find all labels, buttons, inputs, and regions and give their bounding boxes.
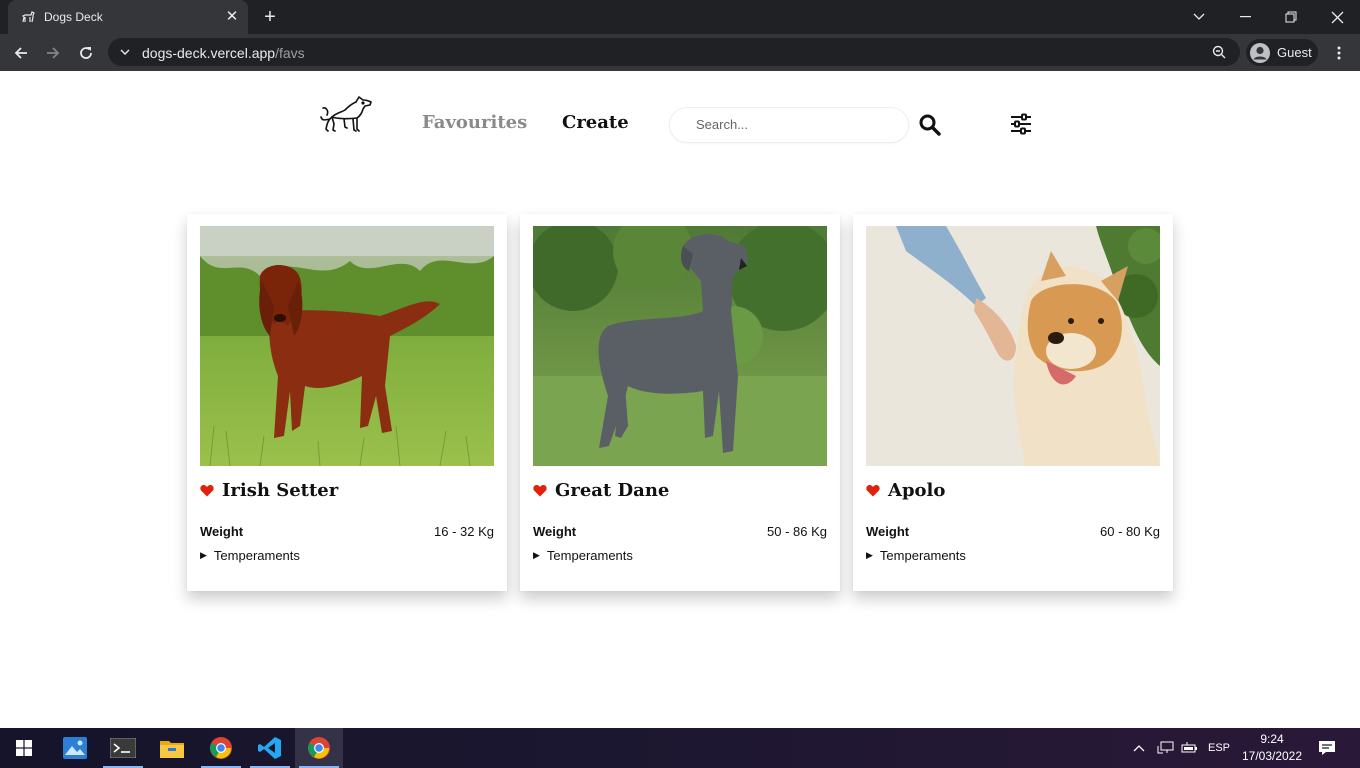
weight-label: Weight — [200, 524, 244, 539]
menu-button[interactable] — [1326, 40, 1352, 66]
heart-icon[interactable] — [533, 484, 547, 497]
start-button[interactable] — [0, 728, 48, 768]
dog-name[interactable]: Irish Setter — [222, 480, 338, 501]
chat-bubble-icon — [1319, 741, 1335, 755]
profile-button[interactable]: Guest — [1246, 39, 1318, 66]
battery-button[interactable] — [1181, 728, 1198, 768]
search-icon[interactable] — [918, 113, 942, 137]
irish-setter-photo — [200, 226, 494, 466]
taskbar-chrome-active[interactable] — [295, 728, 343, 768]
clock-time: 9:24 — [1260, 732, 1284, 746]
vscode-icon — [258, 737, 281, 759]
weight-label: Weight — [533, 524, 577, 539]
minimize-icon — [1239, 16, 1251, 18]
tab-title: Dogs Deck — [44, 10, 103, 24]
temperaments-label: Temperaments — [879, 548, 966, 563]
tab-close-icon[interactable]: ✕ — [224, 9, 240, 25]
taskbar-file-explorer[interactable] — [148, 728, 196, 768]
address-bar[interactable]: dogs-deck.vercel.app/favs — [108, 38, 1240, 66]
dog-name[interactable]: Great Dane — [555, 480, 669, 501]
caret-right-icon: ▶ — [533, 550, 540, 560]
back-button[interactable] — [8, 40, 34, 66]
browser-tab[interactable]: Dogs Deck ✕ — [8, 0, 248, 34]
arrow-left-icon — [14, 47, 27, 59]
dog-card[interactable]: Great Dane Weight 50 - 86 Kg ▶ Temperame… — [520, 214, 840, 591]
tray-overflow-button[interactable] — [1133, 728, 1145, 768]
terminal-app-icon — [110, 738, 136, 758]
search-field[interactable] — [669, 107, 909, 143]
nav-create-link[interactable]: Create — [562, 112, 629, 133]
dog-favicon-icon — [21, 11, 35, 23]
avatar-icon — [1250, 42, 1270, 63]
caret-right-icon: ▶ — [866, 550, 873, 560]
new-tab-button[interactable]: + — [258, 6, 282, 30]
folder-icon — [160, 741, 184, 758]
dog-card[interactable]: Irish Setter Weight 16 - 32 Kg ▶ Tempera… — [187, 214, 507, 591]
photos-app-icon — [63, 737, 87, 759]
forward-button[interactable] — [40, 40, 66, 66]
nav-favourites-link[interactable]: Favourites — [422, 112, 527, 133]
temperaments-label: Temperaments — [213, 548, 300, 563]
language-label: ESP — [1208, 742, 1231, 754]
tab-search-button[interactable] — [1176, 0, 1222, 34]
weight-value: 60 - 80 Kg — [1100, 524, 1160, 539]
network-button[interactable] — [1157, 728, 1174, 768]
url-text: dogs-deck.vercel.app/favs — [142, 45, 305, 61]
search-input[interactable] — [696, 117, 896, 132]
taskbar: ESP 9:24 17/03/2022 — [0, 728, 1360, 768]
kebab-menu-icon — [1337, 46, 1341, 60]
restore-button[interactable] — [1268, 0, 1314, 34]
reload-icon — [80, 47, 92, 59]
url-host: dogs-deck.vercel.app — [142, 45, 276, 61]
close-window-button[interactable] — [1314, 0, 1360, 34]
zoom-icon[interactable] — [1212, 45, 1226, 59]
chevron-down-icon — [1193, 13, 1205, 20]
notifications-button[interactable] — [1318, 728, 1336, 768]
chevron-up-icon — [1133, 745, 1145, 752]
clock[interactable]: 9:24 17/03/2022 — [1238, 731, 1306, 765]
arrow-right-icon — [47, 47, 60, 59]
windows-logo-icon — [16, 740, 32, 756]
dog-card[interactable]: Apolo Weight 60 - 80 Kg ▶ Temperaments — [853, 214, 1173, 591]
browser-tabstrip: Dogs Deck ✕ + — [0, 0, 1360, 34]
dog-logo-icon[interactable] — [318, 93, 374, 139]
chevron-down-icon — [120, 49, 130, 55]
taskbar-terminal[interactable] — [99, 728, 147, 768]
page-content: Favourites Create Search... Irish Setter… — [0, 71, 1360, 728]
reload-button[interactable] — [73, 40, 99, 66]
filter-sliders-icon[interactable] — [1008, 111, 1034, 137]
clock-date: 17/03/2022 — [1241, 749, 1303, 763]
caret-right-icon: ▶ — [200, 550, 207, 560]
browser-toolbar: dogs-deck.vercel.app/favs Guest — [0, 34, 1360, 71]
chrome-icon — [308, 737, 330, 759]
taskbar-vscode[interactable] — [246, 728, 294, 768]
close-icon — [1331, 11, 1343, 23]
taskbar-photos[interactable] — [51, 728, 99, 768]
great-dane-photo — [533, 226, 827, 466]
chrome-icon — [210, 737, 232, 759]
temperaments-toggle[interactable]: ▶ Temperaments — [533, 548, 633, 563]
akita-photo — [866, 226, 1160, 466]
dog-name[interactable]: Apolo — [888, 480, 945, 501]
card-title-row: Great Dane — [533, 480, 669, 501]
temperaments-toggle[interactable]: ▶ Temperaments — [200, 548, 300, 563]
taskbar-chrome[interactable] — [197, 728, 245, 768]
url-path: /favs — [275, 45, 305, 61]
network-icon — [1157, 741, 1174, 754]
language-indicator[interactable]: ESP — [1208, 728, 1230, 768]
minimize-button[interactable] — [1222, 0, 1268, 34]
restore-icon — [1285, 11, 1297, 23]
heart-icon[interactable] — [200, 484, 214, 497]
card-title-row: Apolo — [866, 480, 945, 501]
profile-label: Guest — [1277, 45, 1312, 60]
card-title-row: Irish Setter — [200, 480, 338, 501]
weight-label: Weight — [866, 524, 910, 539]
battery-icon — [1181, 742, 1197, 753]
heart-icon[interactable] — [866, 484, 880, 497]
weight-value: 16 - 32 Kg — [434, 524, 494, 539]
weight-value: 50 - 86 Kg — [767, 524, 827, 539]
temperaments-toggle[interactable]: ▶ Temperaments — [866, 548, 966, 563]
temperaments-label: Temperaments — [546, 548, 633, 563]
